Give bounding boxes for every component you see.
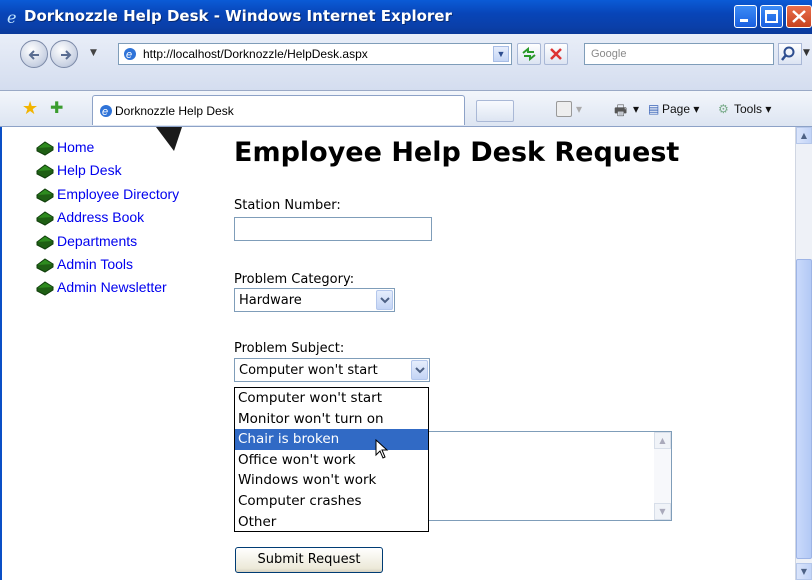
sidebar-nav: Home Help Desk Employee Directory Addres… xyxy=(36,139,179,303)
sidebar-item-help-desk[interactable]: Help Desk xyxy=(36,162,179,185)
book-icon xyxy=(36,281,54,296)
stop-button[interactable] xyxy=(544,43,568,65)
title-bar: e Dorknozzle Help Desk - Windows Interne… xyxy=(0,0,812,34)
favorites-star-icon[interactable]: ★ xyxy=(22,98,38,119)
scroll-down-icon[interactable]: ▼ xyxy=(654,503,671,520)
refresh-icon xyxy=(522,46,536,62)
svg-text:e: e xyxy=(7,9,16,25)
problem-category-select[interactable]: Hardware xyxy=(234,288,395,312)
book-icon xyxy=(36,188,54,203)
sidebar-item-label: Help Desk xyxy=(57,162,122,179)
page-scrollbar[interactable]: ▲ ▼ xyxy=(795,127,812,580)
page-title: Employee Help Desk Request xyxy=(234,137,680,168)
sidebar-item-label: Employee Directory xyxy=(57,185,180,202)
sidebar-item-home[interactable]: Home xyxy=(36,139,179,162)
page-icon: e xyxy=(124,48,136,61)
page-menu[interactable]: Page ▾ xyxy=(662,102,699,116)
tab-page-icon: e xyxy=(100,105,112,118)
sidebar-item-departments[interactable]: Departments xyxy=(36,233,179,256)
ie-logo-icon: e xyxy=(7,9,16,25)
feeds-icon[interactable] xyxy=(556,101,572,117)
chevron-down-icon[interactable] xyxy=(376,290,393,310)
sidebar-item-label: Admin Tools xyxy=(57,255,134,272)
minimize-button[interactable] xyxy=(734,5,757,28)
scrollbar-thumb[interactable] xyxy=(796,259,812,559)
book-icon xyxy=(36,141,54,156)
add-favorite-icon[interactable]: ✚ xyxy=(50,98,63,117)
dropdown-option[interactable]: Office won't work xyxy=(235,450,428,471)
dropdown-option[interactable]: Windows won't work xyxy=(235,470,428,491)
submit-request-button[interactable]: Submit Request xyxy=(235,547,383,573)
book-icon xyxy=(36,234,54,250)
sidebar-item-admin-tools[interactable]: Admin Tools xyxy=(36,256,179,279)
print-dropdown-icon[interactable]: ▾ xyxy=(633,102,639,116)
new-tab-button[interactable] xyxy=(476,100,514,122)
back-arrow-icon xyxy=(28,50,39,60)
station-number-label: Station Number: xyxy=(234,198,341,213)
textarea-scrollbar[interactable]: ▲ ▼ xyxy=(654,432,671,520)
station-number-input[interactable] xyxy=(234,217,432,241)
forward-arrow-icon xyxy=(61,50,72,60)
book-icon xyxy=(36,258,54,273)
mouse-pointer-icon xyxy=(375,439,389,459)
address-field[interactable]: e http://localhost/Dorknozzle/HelpDesk.a… xyxy=(118,43,512,65)
forward-button[interactable] xyxy=(50,40,78,68)
search-options-icon[interactable]: ▼ xyxy=(803,48,810,58)
page-viewport: Home Help Desk Employee Directory Addres… xyxy=(0,127,795,580)
sidebar-item-label: Departments xyxy=(57,232,138,249)
address-url: http://localhost/Dorknozzle/HelpDesk.asp… xyxy=(143,47,368,61)
search-input[interactable]: Google xyxy=(584,43,774,65)
search-placeholder: Google xyxy=(591,48,627,60)
minimize-icon xyxy=(740,19,748,22)
address-dropdown-icon[interactable]: ▼ xyxy=(493,46,509,62)
sidebar-item-employee-directory[interactable]: Employee Directory xyxy=(36,186,179,209)
close-icon xyxy=(792,10,806,23)
maximize-icon xyxy=(765,10,778,23)
book-icon xyxy=(36,211,54,226)
back-button[interactable] xyxy=(20,40,48,68)
window-title: Dorknozzle Help Desk - Windows Internet … xyxy=(24,7,452,25)
problem-subject-select[interactable]: Computer won't start xyxy=(234,358,430,382)
dropdown-option-highlighted[interactable]: Chair is broken xyxy=(235,429,428,450)
problem-subject-value: Computer won't start xyxy=(239,363,378,378)
sidebar-item-admin-newsletter[interactable]: Admin Newsletter xyxy=(36,279,179,302)
svg-text:e: e xyxy=(102,106,108,118)
dropdown-option[interactable]: Computer won't start xyxy=(235,388,428,409)
refresh-button[interactable] xyxy=(517,43,541,65)
problem-description-textarea[interactable]: ▲ ▼ xyxy=(427,431,672,521)
scroll-up-icon[interactable]: ▲ xyxy=(654,432,671,449)
dropdown-option[interactable]: Computer crashes xyxy=(235,491,428,512)
chevron-down-icon[interactable] xyxy=(411,360,428,380)
book-icon xyxy=(36,164,54,179)
maximize-button[interactable] xyxy=(760,5,783,28)
sidebar-item-address-book[interactable]: Address Book xyxy=(36,209,179,232)
scroll-up-icon[interactable]: ▲ xyxy=(796,127,812,144)
search-icon xyxy=(781,46,795,61)
problem-category-value: Hardware xyxy=(239,293,302,308)
problem-subject-label: Problem Subject: xyxy=(234,341,345,356)
address-toolbar: ▼ e http://localhost/Dorknozzle/HelpDesk… xyxy=(0,34,812,91)
search-button[interactable] xyxy=(778,43,802,65)
stop-icon xyxy=(550,48,562,60)
problem-category-label: Problem Category: xyxy=(234,272,355,287)
dropdown-option[interactable]: Monitor won't turn on xyxy=(235,409,428,430)
feeds-dropdown-icon[interactable]: ▾ xyxy=(576,102,582,116)
tab-dorknozzle[interactable]: e Dorknozzle Help Desk xyxy=(92,95,465,125)
sidebar-item-label: Home xyxy=(57,139,95,155)
svg-text:e: e xyxy=(126,49,132,61)
sidebar-item-label: Address Book xyxy=(57,209,145,226)
tools-menu[interactable]: Tools ▾ xyxy=(734,102,771,116)
scroll-down-icon[interactable]: ▼ xyxy=(796,563,812,580)
dropdown-option[interactable]: Other xyxy=(235,512,428,533)
page-icon: ▤ xyxy=(648,102,660,116)
close-button[interactable] xyxy=(786,5,812,28)
recent-pages-dropdown-icon[interactable]: ▼ xyxy=(90,48,97,58)
print-icon[interactable]: 🖶 xyxy=(614,100,627,124)
tools-gear-icon: ⚙ xyxy=(718,102,729,116)
tab-label: Dorknozzle Help Desk xyxy=(115,104,234,118)
sidebar-item-label: Admin Newsletter xyxy=(57,279,167,296)
problem-subject-options: Computer won't start Monitor won't turn … xyxy=(234,387,429,532)
